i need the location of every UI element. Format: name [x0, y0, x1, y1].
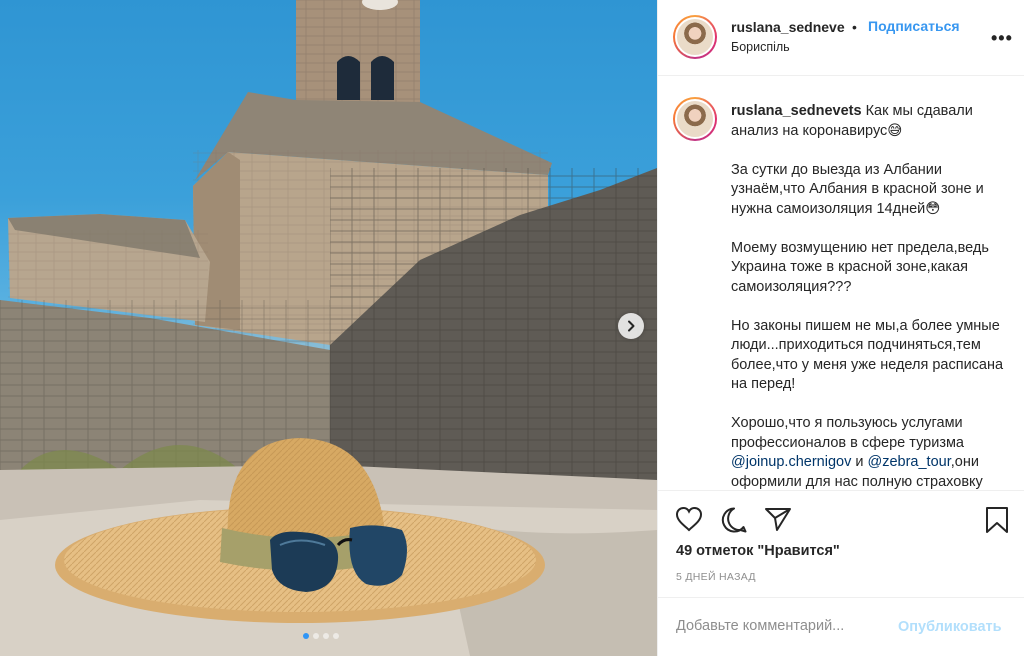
- carousel-dot: [303, 633, 309, 639]
- author-username[interactable]: ruslana_sedneve: [731, 19, 845, 35]
- add-comment-bar: Опубликовать: [658, 597, 1024, 656]
- post-details-panel: ruslana_sedneve • Подписаться Бориспіль …: [657, 0, 1024, 656]
- comment-button[interactable]: [720, 506, 748, 539]
- carousel-dot: [323, 633, 329, 639]
- mention-link[interactable]: @zebra_tour: [868, 454, 951, 470]
- separator-dot: •: [852, 19, 857, 35]
- photo-scene: [0, 0, 657, 656]
- likes-count[interactable]: 49 отметок "Нравится": [676, 543, 840, 559]
- comment-input[interactable]: [676, 618, 886, 634]
- avatar[interactable]: [673, 97, 717, 141]
- chevron-right-icon: [628, 320, 635, 332]
- follow-button[interactable]: Подписаться: [868, 18, 960, 34]
- caption-text: Как мы сдавали анализ на коронавирус😅 За…: [731, 103, 1004, 451]
- carousel-dot: [313, 633, 319, 639]
- paper-plane-icon: [765, 508, 791, 531]
- location-link[interactable]: Бориспіль: [731, 40, 790, 54]
- save-button[interactable]: [985, 506, 1009, 539]
- avatar[interactable]: [673, 15, 717, 59]
- caption-text: и: [851, 454, 868, 470]
- mention-link[interactable]: @joinup.chernigov: [731, 454, 851, 470]
- post-caption: ruslana_sednevets Как мы сдавали анализ …: [731, 102, 1013, 489]
- post-photo[interactable]: [0, 0, 657, 656]
- carousel-indicator: [303, 633, 339, 639]
- carousel-dot: [333, 633, 339, 639]
- post-date[interactable]: 5 ДНЕЙ НАЗАД: [676, 571, 756, 583]
- post-actions: 49 отметок "Нравится" 5 ДНЕЙ НАЗАД Опубл…: [658, 490, 1024, 656]
- caption-username[interactable]: ruslana_sednevets: [731, 103, 862, 119]
- carousel-next-button[interactable]: [618, 313, 644, 339]
- more-options-button[interactable]: •••: [991, 28, 1013, 49]
- post-header: ruslana_sedneve • Подписаться Бориспіль …: [658, 0, 1024, 76]
- share-button[interactable]: [764, 506, 792, 537]
- bookmark-icon: [986, 507, 1008, 533]
- like-button[interactable]: [675, 506, 703, 537]
- publish-button[interactable]: Опубликовать: [898, 619, 1002, 635]
- comment-icon: [721, 507, 747, 533]
- heart-icon: [675, 506, 703, 532]
- comments-section[interactable]: ruslana_sednevets Как мы сдавали анализ …: [658, 77, 1024, 489]
